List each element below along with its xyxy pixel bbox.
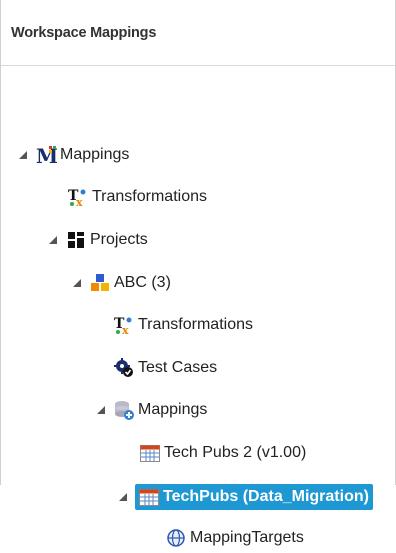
tree-node-label: Mappings <box>138 401 208 418</box>
expand-toggle-icon[interactable] <box>93 402 109 418</box>
expand-toggle-icon[interactable] <box>115 489 131 505</box>
tree-node-label: Transformations <box>138 316 253 333</box>
gear-check-icon <box>113 357 135 379</box>
expand-toggle-icon[interactable] <box>69 275 85 291</box>
tree-node-projects[interactable]: Projects <box>45 225 148 255</box>
tree-node-label: Projects <box>90 231 148 248</box>
project-blocks-icon <box>89 272 111 294</box>
tree-node-label: Mappings <box>60 146 130 163</box>
tree-node-techpubs2[interactable]: Tech Pubs 2 (v1.00) <box>139 438 306 468</box>
tree-node-label: Test Cases <box>138 359 218 376</box>
workspace-mappings-panel: Workspace Mappings M Mappings T x Transf… <box>0 0 396 547</box>
tree-node-test-cases[interactable]: Test Cases <box>113 353 217 383</box>
tree-node-label: Transformations <box>92 188 207 205</box>
projects-grid-icon <box>65 229 87 251</box>
tree-node-techpubs-data-migration[interactable]: TechPubs (Data_Migration) <box>115 482 373 512</box>
tree-node-label: Tech Pubs 2 (v1.00) <box>164 444 307 461</box>
database-mapping-icon <box>113 399 135 421</box>
selected-highlight[interactable]: TechPubs (Data_Migration) <box>135 484 373 510</box>
tree-node-label: ABC (3) <box>114 274 171 291</box>
tree-node-abc-transformations[interactable]: T x Transformations <box>113 310 253 340</box>
tree-node-transformations[interactable]: T x Transformations <box>67 182 207 212</box>
transformations-tx-icon: T x <box>67 186 89 208</box>
tree-node-label: TechPubs (Data_Migration) <box>163 488 369 505</box>
tree-node-abc-mappings[interactable]: Mappings <box>93 395 207 425</box>
svg-text:x: x <box>76 196 83 208</box>
tree-node-mapping-targets[interactable]: MappingTargets <box>165 523 304 553</box>
table-calendar-icon <box>138 486 160 508</box>
panel-title: Workspace Mappings <box>11 24 157 41</box>
panel-header: Workspace Mappings <box>1 0 395 66</box>
transformations-tx-icon: T x <box>113 314 135 336</box>
tree-node-mappings-root[interactable]: M Mappings <box>15 140 129 170</box>
tree-node-abc[interactable]: ABC (3) <box>69 268 171 298</box>
globe-target-icon <box>165 527 187 549</box>
mappings-m-icon: M <box>35 144 57 166</box>
table-calendar-icon <box>139 442 161 464</box>
tree-node-label: MappingTargets <box>190 529 304 546</box>
svg-text:x: x <box>122 324 129 336</box>
expand-toggle-icon[interactable] <box>15 147 31 163</box>
expand-toggle-icon[interactable] <box>45 232 61 248</box>
